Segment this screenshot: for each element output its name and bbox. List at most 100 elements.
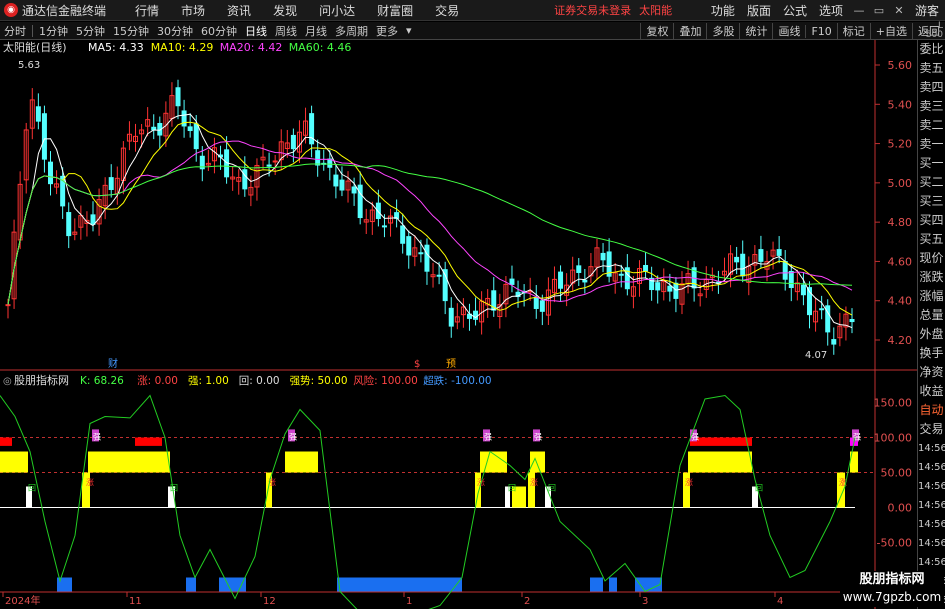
maximize-icon[interactable]: ▭ [869, 4, 889, 17]
side-sell2[interactable]: 卖二 [918, 116, 945, 135]
app-logo-icon: ◉ [4, 3, 18, 17]
candle-body [436, 274, 442, 277]
side-buy4[interactable]: 买四 [918, 211, 945, 230]
side-buy3[interactable]: 买三 [918, 192, 945, 211]
side-buy5[interactable]: 买五 [918, 230, 945, 249]
period-daily[interactable]: 日线 [241, 23, 271, 39]
side-buy2[interactable]: 买二 [918, 173, 945, 192]
marker-dividend[interactable]: $ [414, 359, 420, 370]
minimize-icon[interactable]: — [849, 4, 869, 17]
side-net-asset[interactable]: 净资 [918, 363, 945, 382]
period-1min[interactable]: 1分钟 [35, 23, 72, 39]
price-tick: 5.00 [888, 177, 913, 190]
candle-body [782, 261, 788, 280]
price-tick: 5.60 [888, 59, 913, 72]
signal-block [690, 437, 752, 446]
btn-add-watchlist[interactable]: +自选 [869, 23, 912, 39]
side-change[interactable]: 涨跌 [918, 268, 945, 287]
candle-body [41, 113, 47, 160]
side-price[interactable]: 现价 [918, 249, 945, 268]
candle-body [35, 106, 41, 122]
period-5min[interactable]: 5分钟 [72, 23, 109, 39]
side-sell3[interactable]: 卖三 [918, 97, 945, 116]
side-volume[interactable]: 总量 [918, 306, 945, 325]
period-15min[interactable]: 15分钟 [109, 23, 153, 39]
side-sell5[interactable]: 卖五 [918, 59, 945, 78]
menu-wealth[interactable]: 财富圈 [366, 2, 424, 19]
ma-label: MA10: 4.29 [151, 41, 214, 54]
side-turnover[interactable]: 换手 [918, 344, 945, 363]
period-toolbar: 分时 1分钟 5分钟 15分钟 30分钟 60分钟 日线 周线 月线 多周期 更… [0, 22, 945, 40]
candle-body [758, 249, 764, 262]
quote-side-panel: 委比 卖五 卖四 卖三 卖二 卖一 买一 买二 买三 买四 买五 现价 涨跌 涨… [917, 40, 945, 609]
menu-quotes[interactable]: 行情 [124, 2, 170, 19]
side-outer[interactable]: 外盘 [918, 325, 945, 344]
candle-body [351, 186, 357, 194]
btn-multi-stock[interactable]: 多股 [706, 23, 739, 39]
signal-block [186, 577, 196, 592]
login-notice[interactable]: 证券交易未登录 [554, 2, 631, 18]
indicator-tick: 0.00 [888, 502, 913, 515]
date-tick: 1 [406, 596, 412, 607]
indicator-field: 超跌: -100.00 [423, 374, 491, 387]
period-more[interactable]: 更多 [372, 23, 402, 39]
side-auto[interactable]: 自动 [918, 401, 945, 420]
period-multi[interactable]: 多周期 [331, 23, 372, 39]
marker-finance[interactable]: 财 [108, 357, 118, 370]
candle-body [66, 212, 72, 237]
candle-body [849, 318, 855, 323]
side-change-pct[interactable]: 涨幅 [918, 287, 945, 306]
side-earnings[interactable]: 收益 [918, 382, 945, 401]
indicator-field: K: 68.26 [80, 375, 124, 387]
candle-body [90, 214, 96, 225]
tick-time: 14:56 [918, 481, 945, 492]
side-trade[interactable]: 交易 [918, 420, 945, 439]
indicator-field: 风险: 100.00 [353, 374, 418, 387]
kline-chart-area[interactable]: 太阳能(日线) MA5: 4.33 MA10: 4.29 MA20: 4.42 MA6… [0, 40, 917, 609]
period-weekly[interactable]: 周线 [271, 23, 301, 39]
more-dropdown-icon[interactable]: ▾ [402, 24, 416, 37]
menu-market[interactable]: 市场 [170, 2, 216, 19]
tick-time: 14:56 [918, 519, 945, 530]
side-buy1[interactable]: 买一 [918, 154, 945, 173]
zhang-tag: 涨 [685, 477, 693, 487]
menu-options[interactable]: 选项 [813, 2, 849, 19]
menu-discover[interactable]: 发现 [262, 2, 308, 19]
indicator-toggle-icon: ◎ [3, 376, 12, 387]
price-tick: 4.20 [888, 334, 913, 347]
indicator-tick: 100.00 [874, 432, 913, 445]
period-30min[interactable]: 30分钟 [153, 23, 197, 39]
marker-forecast[interactable]: 预 [446, 358, 456, 370]
menu-function[interactable]: 功能 [705, 2, 741, 19]
menu-layout[interactable]: 版面 [741, 2, 777, 19]
menu-ask[interactable]: 问小达 [308, 2, 366, 19]
tick-time: 14:56 [918, 500, 945, 511]
period-60min[interactable]: 60分钟 [197, 23, 241, 39]
close-icon[interactable]: ✕ [889, 4, 909, 17]
user-label[interactable]: 游客 [909, 2, 945, 19]
side-weibi[interactable]: 委比 [918, 40, 945, 59]
menu-formula[interactable]: 公式 [777, 2, 813, 19]
period-monthly[interactable]: 月线 [301, 23, 331, 39]
stock-name: 太阳能 [639, 4, 673, 17]
side-sell4[interactable]: 卖四 [918, 78, 945, 97]
signal-block [88, 451, 170, 473]
low-price-label: 4.07 [805, 350, 827, 361]
btn-f10[interactable]: F10 [805, 24, 836, 38]
menu-news[interactable]: 资讯 [216, 2, 262, 19]
side-sell1[interactable]: 卖一 [918, 135, 945, 154]
btn-draw[interactable]: 画线 [772, 23, 805, 39]
candle-body [734, 256, 740, 263]
btn-adjust[interactable]: 复权 [640, 23, 673, 39]
btn-stats[interactable]: 统计 [739, 23, 772, 39]
menu-trade[interactable]: 交易 [424, 2, 470, 19]
indicator-field: 强势: 50.00 [290, 374, 348, 387]
period-intraday[interactable]: 分时 [0, 23, 30, 39]
btn-overlay[interactable]: 叠加 [673, 23, 706, 39]
signal-block [688, 451, 752, 473]
signal-block [530, 451, 545, 473]
watermark-url: www.7gpzb.com [842, 590, 942, 604]
btn-mark[interactable]: 标记 [836, 23, 870, 39]
candle-body [673, 282, 679, 299]
candle-body [600, 252, 606, 261]
